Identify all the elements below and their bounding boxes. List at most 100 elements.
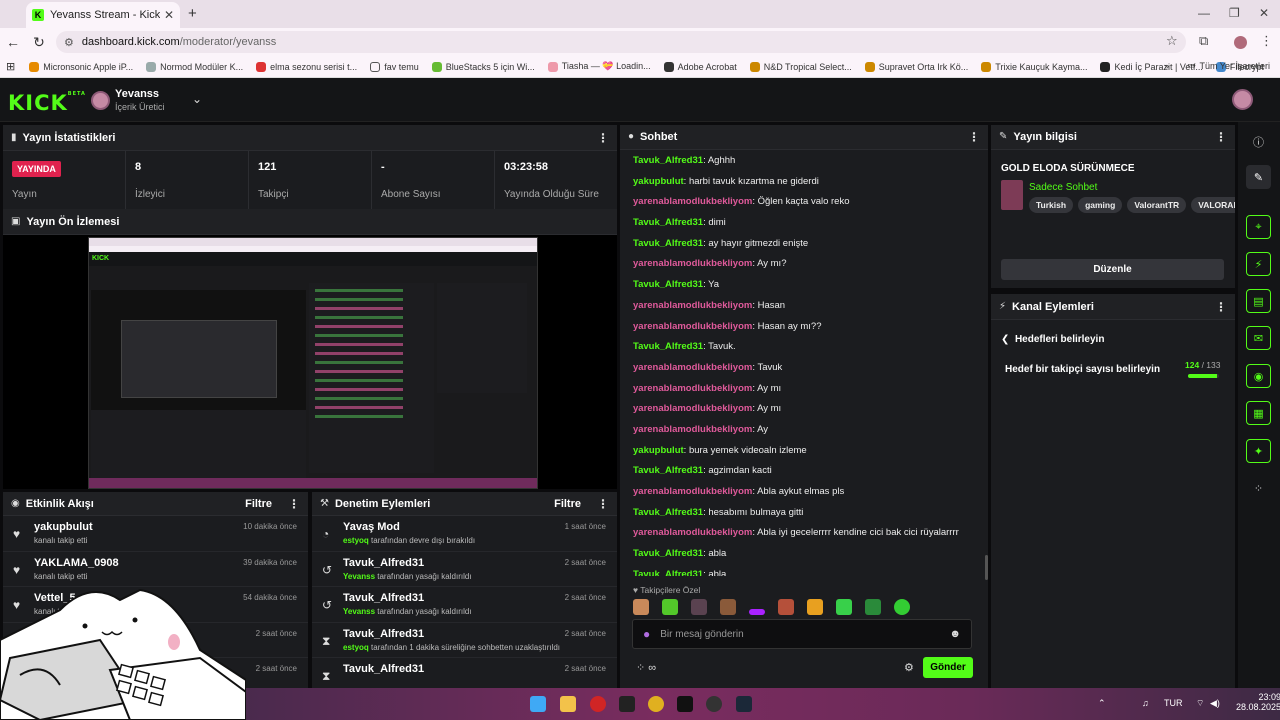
bookmark-star-icon[interactable]: ☆ [1166, 33, 1178, 49]
chat-username[interactable]: Tavuk_Alfred31 [633, 238, 703, 249]
info-icon[interactable]: ⓘ [1246, 130, 1271, 154]
chevron-down-icon[interactable]: ⌄ [192, 92, 202, 106]
emote-icon[interactable] [662, 599, 678, 615]
close-window-icon[interactable]: ✕ [1259, 6, 1269, 20]
users-icon[interactable]: ⁘ [1246, 476, 1271, 500]
actions-menu-icon[interactable]: ⋮ [1215, 300, 1227, 314]
chat-username[interactable]: yarenablamodlukbekliyom [633, 424, 752, 435]
chat-username[interactable]: Tavuk_Alfred31 [633, 548, 703, 559]
chat-username[interactable]: Tavuk_Alfred31 [633, 465, 703, 476]
emote-icon[interactable] [633, 599, 649, 615]
app-icon[interactable] [590, 696, 606, 712]
chat-bubble-icon[interactable]: ✉ [1246, 326, 1271, 350]
bookmark-item[interactable]: Adobe Acrobat [663, 61, 737, 72]
edit-button[interactable]: Düzenle [1001, 259, 1224, 280]
bookmark-item[interactable]: Normod Modüler K... [146, 61, 243, 72]
menu-icon[interactable]: ⋮ [1260, 33, 1273, 49]
bookmark-item[interactable]: fav temu [370, 61, 419, 72]
browser-tab[interactable]: K Yevanss Stream - Kick Dashbo ✕ [26, 2, 180, 28]
activity-menu-icon[interactable]: ⋮ [288, 497, 300, 511]
emote-icon[interactable] [720, 599, 736, 615]
all-bookmarks-link[interactable]: Tüm Yer İşaretleri [1199, 61, 1270, 71]
emote-icon[interactable] [749, 609, 765, 615]
chat-message-input[interactable]: ● Bir mesaj gönderin ☻ [632, 619, 972, 649]
extensions-icon[interactable]: ⧉ [1199, 33, 1208, 49]
clipboard-icon[interactable]: ▤ [1246, 289, 1271, 313]
emote-icon[interactable] [778, 599, 794, 615]
start-icon[interactable] [530, 696, 546, 712]
wrench-icon[interactable]: ✦ [1246, 439, 1271, 463]
url-input[interactable]: ⚙ dashboard.kick.com/moderator/yevanss [56, 31, 1186, 53]
bookmark-item[interactable]: Supravet Orta Irk Kö... [864, 61, 968, 72]
back-icon[interactable]: ← [0, 34, 26, 50]
chat-username[interactable]: yarenablamodlukbekliyom [633, 321, 752, 332]
microphone-icon[interactable]: ♫ [1142, 698, 1149, 708]
bookmark-item[interactable]: BlueStacks 5 için Wi... [431, 61, 535, 72]
steam-icon[interactable] [736, 696, 752, 712]
bookmark-item[interactable]: elma sezonu serisi t... [256, 61, 357, 72]
chat-username[interactable]: yarenablamodlukbekliyom [633, 362, 752, 373]
chat-username[interactable]: Tavuk_Alfred31 [633, 341, 703, 352]
chat-username[interactable]: Tavuk_Alfred31 [633, 569, 703, 576]
profile-avatar[interactable] [1234, 36, 1247, 49]
bookmark-item[interactable]: N&D Tropical Select... [749, 61, 852, 72]
activity-filter-button[interactable]: Filtre [245, 498, 272, 510]
volume-icon[interactable]: ◀) [1210, 698, 1220, 709]
emote-icon[interactable] [865, 599, 881, 615]
kick-logo[interactable]: KICKBETA [8, 91, 86, 115]
clock[interactable]: 23:09 28.08.2025 [1236, 692, 1280, 712]
tray-chevron-icon[interactable]: ⌃ [1098, 698, 1106, 709]
layout-icon[interactable]: ▦ [1246, 401, 1271, 425]
file-explorer-icon[interactable] [560, 696, 576, 712]
chat-username[interactable]: yarenablamodlukbekliyom [633, 527, 752, 538]
close-tab-icon[interactable]: ✕ [164, 8, 174, 22]
emote-icon[interactable] [836, 599, 852, 615]
chat-username[interactable]: yarenablamodlukbekliyom [633, 258, 752, 269]
scan-icon[interactable]: ⌖ [1246, 215, 1271, 239]
chat-menu-icon[interactable]: ⋮ [968, 130, 980, 144]
chat-username[interactable]: yarenablamodlukbekliyom [633, 196, 752, 207]
stats-menu-icon[interactable]: ⋮ [597, 131, 609, 145]
broadcast-icon[interactable]: ◉ [1246, 364, 1271, 388]
chat-username[interactable]: Tavuk_Alfred31 [633, 155, 703, 166]
lang-indicator[interactable]: TUR [1164, 698, 1183, 708]
app-icon[interactable] [619, 696, 635, 712]
follower-goal-label[interactable]: Hedef bir takipçi sayısı belirleyin [1005, 364, 1160, 375]
lightning-icon[interactable]: ⚡ [1246, 252, 1271, 276]
mod-filter-button[interactable]: Filtre [554, 498, 581, 510]
send-button[interactable]: Gönder [923, 657, 973, 678]
emoji-icon[interactable]: ☻ [949, 628, 961, 640]
chat-username[interactable]: yakupbulut [633, 445, 684, 456]
network-icon[interactable]: ⌔ [1196, 698, 1204, 709]
channel-name[interactable]: Yevanss [115, 88, 159, 100]
info-menu-icon[interactable]: ⋮ [1215, 130, 1227, 144]
chat-footer-symbol[interactable]: ⁘ ∞ [636, 661, 656, 674]
chat-username[interactable]: yarenablamodlukbekliyom [633, 383, 752, 394]
bookmark-item[interactable]: Tiasha — 💝 Loadin... [547, 61, 651, 72]
chrome-icon[interactable] [648, 696, 664, 712]
emote-icon[interactable] [807, 599, 823, 615]
mod-menu-icon[interactable]: ⋮ [597, 497, 609, 511]
minimize-icon[interactable]: — [1198, 6, 1210, 20]
emote-icon[interactable] [691, 599, 707, 615]
reload-icon[interactable]: ↻ [26, 34, 52, 51]
user-avatar[interactable] [1232, 89, 1253, 110]
site-info-icon[interactable]: ⚙ [64, 36, 74, 49]
chat-scrollbar[interactable] [985, 555, 988, 580]
emote-icon[interactable] [894, 599, 910, 615]
app-icon[interactable] [706, 696, 722, 712]
bookmark-item[interactable]: Trixie Kauçuk Kayma... [981, 61, 1087, 72]
goals-back-button[interactable]: ❮ Hedefleri belirleyin [1001, 334, 1104, 345]
stream-preview-image[interactable]: KICK [88, 237, 538, 489]
category-link[interactable]: Sadece Sohbet [1029, 182, 1097, 193]
gear-icon[interactable]: ⚙ [904, 661, 914, 674]
pencil-icon[interactable]: ✎ [1246, 165, 1271, 189]
bookmark-item[interactable]: Micronsonic Apple iP... [29, 61, 133, 72]
chat-username[interactable]: yarenablamodlukbekliyom [633, 300, 752, 311]
chat-username[interactable]: Tavuk_Alfred31 [633, 279, 703, 290]
new-tab-icon[interactable]: + [188, 5, 197, 22]
channel-avatar[interactable] [91, 91, 110, 110]
microphone-icon[interactable]: ● [643, 627, 650, 641]
apps-icon[interactable]: ⊞ [6, 60, 15, 73]
chat-username[interactable]: yakupbulut [633, 176, 684, 187]
